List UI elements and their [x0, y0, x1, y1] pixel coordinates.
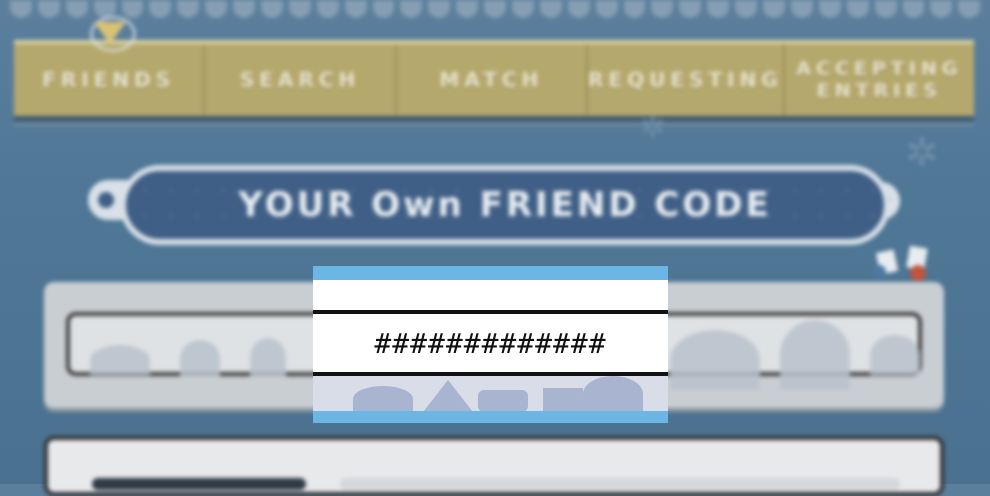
lower-bar-right — [340, 478, 900, 490]
snowflake-icon: ✲ — [905, 130, 939, 176]
tab-accepting-entries[interactable]: ACCEPTING ENTRIES — [785, 44, 974, 116]
tab-friends[interactable]: FRIENDS — [14, 44, 206, 116]
overlay-top-band — [313, 266, 668, 280]
selected-tab-pointer-icon — [94, 22, 126, 44]
tab-requesting[interactable]: REQUESTING — [588, 44, 785, 116]
flags-decoration — [870, 245, 940, 285]
overlay-silhouette-strip — [313, 376, 668, 412]
banner-title: YOUR Own FRIEND CODE — [238, 185, 772, 225]
tab-match[interactable]: MATCH — [397, 44, 589, 116]
friend-code-overlay: ############# — [313, 266, 668, 423]
scalloped-border — [10, 0, 981, 22]
tab-search[interactable]: SEARCH — [205, 44, 397, 116]
snowflake-icon: ✲ — [640, 110, 666, 145]
overlay-bottom-band — [313, 411, 668, 423]
friend-code-value: ############# — [374, 326, 607, 360]
nav-bar: FRIENDS SEARCH MATCH REQUESTING ACCEPTIN… — [14, 40, 974, 122]
lower-bar-left — [92, 478, 306, 490]
title-banner: YOUR Own FRIEND CODE — [120, 165, 890, 245]
